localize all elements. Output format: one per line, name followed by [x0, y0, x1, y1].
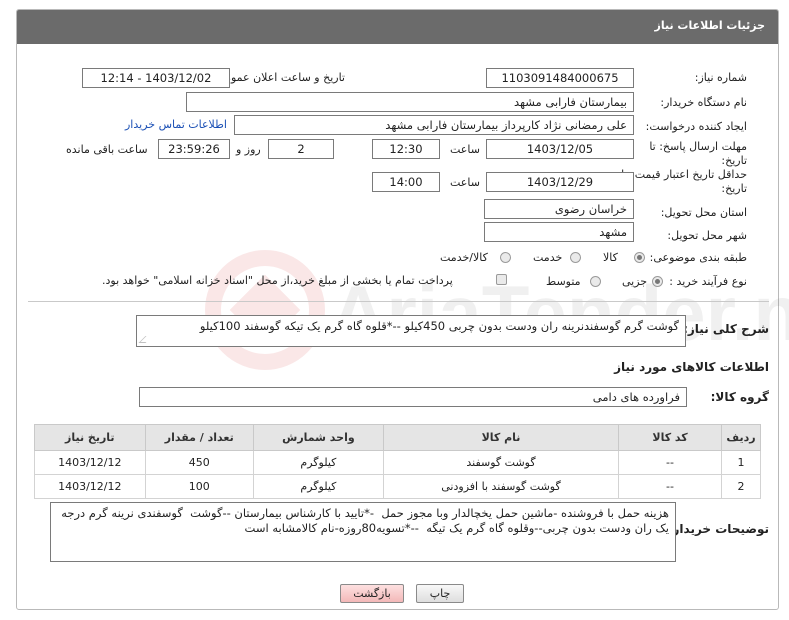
- cell-code: --: [618, 474, 722, 499]
- col-row: ردیف: [721, 424, 761, 451]
- cell-unit: کیلوگرم: [252, 450, 384, 475]
- cell-row: 1: [721, 450, 761, 475]
- col-unit: واحد شمارش: [252, 424, 384, 451]
- category-radio-service[interactable]: [570, 252, 581, 263]
- col-name: نام کالا: [382, 424, 620, 451]
- buyer-notes-label: توضیحات خریدار:: [667, 522, 769, 536]
- remaining-time-label: ساعت باقی مانده: [66, 143, 148, 156]
- buyer-org-field: بیمارستان فارابی مشهد: [186, 92, 634, 112]
- goods-table: ردیف کد کالا نام کالا واحد شمارش تعداد /…: [34, 424, 761, 499]
- cell-date: 1403/12/12: [34, 450, 146, 475]
- reply-days-label: روز و: [236, 143, 261, 156]
- treasury-payment-note: پرداخت تمام یا بخشی از مبلغ خرید،از محل …: [102, 274, 453, 287]
- cell-code: --: [618, 450, 722, 475]
- process-radio-medium[interactable]: [590, 276, 601, 287]
- cell-qty: 100: [144, 474, 254, 499]
- category-label: طبقه بندی موضوعی:: [649, 251, 747, 264]
- reply-deadline-label: مهلت ارسال پاسخ: تا: [649, 140, 747, 153]
- price-validity-time-label: ساعت: [450, 176, 480, 189]
- buyer-notes-textarea: هزینه حمل با فروشنده -ماشین حمل یخچالدار…: [50, 502, 676, 562]
- category-option-service: خدمت: [533, 251, 563, 264]
- goods-group-field: فراورده های دامی: [139, 387, 687, 407]
- reply-deadline-date-field: 1403/12/05: [486, 139, 634, 159]
- process-radio-minor[interactable]: [652, 276, 663, 287]
- need-number-field: 1103091484000675: [486, 68, 634, 88]
- panel-title: جزئیات اطلاعات نیاز: [654, 19, 766, 32]
- cell-unit: کیلوگرم: [252, 474, 384, 499]
- process-option-medium: متوسط: [546, 275, 581, 288]
- back-button[interactable]: بازگشت: [340, 584, 404, 603]
- goods-section-title: اطلاعات کالاهای مورد نیاز: [614, 360, 769, 374]
- goods-group-label: گروه کالا:: [710, 390, 769, 404]
- reply-deadline-time-field: 12:30: [372, 139, 440, 159]
- purchase-process-label: نوع فرآیند خرید :: [669, 275, 747, 288]
- requester-field: علی رمضانی نژاد کارپرداز بیمارستان فاراب…: [234, 115, 634, 135]
- description-textarea: گوشت گرم گوسفندنرینه ران ودست بدون چربی …: [136, 315, 686, 347]
- price-validity-label-date: تاریخ:: [721, 182, 747, 195]
- col-code: کد کالا: [618, 424, 722, 451]
- price-validity-label: حداقل تاریخ اعتبار قیمت: تا: [621, 168, 747, 181]
- category-option-goods: کالا: [603, 251, 618, 264]
- buyer-org-label: نام دستگاه خریدار:: [660, 96, 747, 109]
- description-label: شرح کلی نیاز:: [683, 322, 769, 336]
- print-button[interactable]: چاپ: [416, 584, 464, 603]
- col-qty: تعداد / مقدار: [144, 424, 254, 451]
- table-row: 1 -- گوشت گوسفند کیلوگرم 450 1403/12/12: [34, 450, 761, 475]
- cell-name: گوشت گوسفند: [382, 450, 620, 475]
- price-validity-time-field: 14:00: [372, 172, 440, 192]
- divider: [28, 301, 769, 302]
- need-number-label: شماره نیاز:: [694, 71, 747, 84]
- category-option-goods-service: کالا/خدمت: [440, 251, 488, 264]
- delivery-city-field: مشهد: [484, 222, 634, 242]
- reply-deadline-time-label: ساعت: [450, 143, 480, 156]
- delivery-province-label: استان محل تحویل:: [660, 206, 747, 219]
- table-row: 2 -- گوشت گوسفند با افزودنی کیلوگرم 100 …: [34, 474, 761, 499]
- cell-name: گوشت گوسفند با افزودنی: [382, 474, 620, 499]
- cell-qty: 450: [144, 450, 254, 475]
- buyer-contact-link[interactable]: اطلاعات تماس خریدار: [125, 118, 227, 131]
- remaining-time-field: 23:59:26: [158, 139, 230, 159]
- category-radio-goods[interactable]: [634, 252, 645, 263]
- process-option-minor: جزیی: [622, 275, 648, 288]
- delivery-city-label: شهر محل تحویل:: [667, 229, 747, 242]
- cell-date: 1403/12/12: [34, 474, 146, 499]
- delivery-province-field: خراسان رضوی: [484, 199, 634, 219]
- cell-row: 2: [721, 474, 761, 499]
- treasury-payment-checkbox[interactable]: [496, 274, 507, 285]
- reply-days-field: 2: [268, 139, 334, 159]
- announce-datetime-label: تاریخ و ساعت اعلان عمومی:: [212, 71, 345, 84]
- announce-datetime-field: 1403/12/02 - 12:14: [82, 68, 230, 88]
- goods-table-header: ردیف کد کالا نام کالا واحد شمارش تعداد /…: [34, 424, 761, 451]
- price-validity-date-field: 1403/12/29: [486, 172, 634, 192]
- requester-label: ایجاد کننده درخواست:: [645, 120, 747, 133]
- category-radio-goods-service[interactable]: [500, 252, 511, 263]
- col-date: تاریخ نیاز: [34, 424, 146, 451]
- reply-deadline-label-date: تاریخ:: [721, 154, 747, 167]
